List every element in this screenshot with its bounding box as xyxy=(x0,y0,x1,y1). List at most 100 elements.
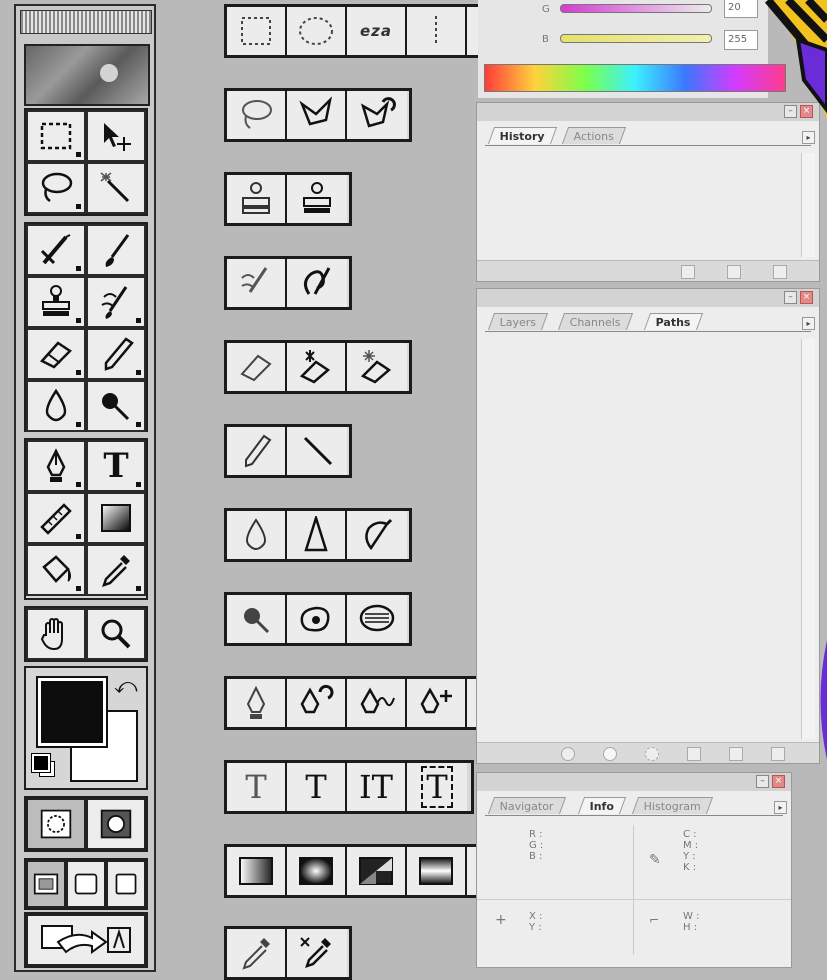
polygonal-lasso-option[interactable] xyxy=(287,91,347,139)
eraser-option[interactable] xyxy=(227,343,287,391)
make-work-path-icon[interactable] xyxy=(687,747,701,761)
clone-stamp-option[interactable] xyxy=(227,175,287,223)
pattern-stamp-option[interactable] xyxy=(287,175,347,223)
background-eraser-option[interactable] xyxy=(287,343,347,391)
zoom-tool[interactable] xyxy=(86,608,146,660)
trash-icon[interactable] xyxy=(773,265,787,279)
stroke-path-icon[interactable] xyxy=(603,747,617,761)
line-option[interactable] xyxy=(287,427,347,475)
elliptical-marquee-option[interactable] xyxy=(287,7,347,55)
standard-screen-mode-button[interactable] xyxy=(26,860,66,908)
tab-channels[interactable]: Channels xyxy=(557,313,633,330)
vertical-type-mask-option[interactable]: T xyxy=(407,763,467,811)
reflected-gradient-option[interactable] xyxy=(407,847,467,895)
dodge-option[interactable] xyxy=(227,595,287,643)
palette-grip[interactable] xyxy=(20,10,152,34)
load-selection-icon[interactable] xyxy=(645,747,659,761)
foreground-color-swatch[interactable] xyxy=(36,676,108,748)
default-colors-icon[interactable] xyxy=(31,753,51,773)
sponge-option[interactable] xyxy=(347,595,407,643)
tab-actions[interactable]: Actions xyxy=(561,127,627,144)
magnetic-pen-option[interactable] xyxy=(347,679,407,727)
history-scrollbar[interactable] xyxy=(801,153,815,257)
rectangular-marquee-option[interactable] xyxy=(227,7,287,55)
pencil-option[interactable] xyxy=(227,427,287,475)
brush-tool[interactable] xyxy=(86,224,146,276)
pencil-tool[interactable] xyxy=(86,328,146,380)
art-history-brush-option[interactable] xyxy=(287,259,347,307)
layers-panel-titlebar[interactable]: – × xyxy=(477,289,819,307)
eyedropper-tools-row xyxy=(224,926,352,980)
new-snapshot-icon[interactable] xyxy=(727,265,741,279)
horizontal-type-mask-option[interactable]: IT xyxy=(347,763,407,811)
panel-menu-icon[interactable]: ▸ xyxy=(774,801,787,814)
blur-option[interactable] xyxy=(227,511,287,559)
angle-gradient-option[interactable] xyxy=(347,847,407,895)
eyedropper-option[interactable] xyxy=(227,929,287,977)
tab-paths[interactable]: Paths xyxy=(643,313,703,330)
dodge-tool[interactable] xyxy=(86,380,146,432)
single-row-marquee-option[interactable]: eza xyxy=(347,7,407,55)
freeform-pen-icon xyxy=(300,684,334,714)
standard-mode-button[interactable] xyxy=(26,798,86,850)
magic-eraser-option[interactable] xyxy=(347,343,407,391)
history-brush-tool[interactable] xyxy=(86,276,146,328)
gradient-tool[interactable] xyxy=(86,492,146,544)
new-path-icon[interactable] xyxy=(729,747,743,761)
minimize-icon[interactable]: – xyxy=(784,291,797,304)
swap-colors-icon[interactable]: ⤺ xyxy=(114,674,138,699)
paint-bucket-tool[interactable] xyxy=(26,544,86,596)
move-tool[interactable] xyxy=(86,110,146,162)
pen-option[interactable] xyxy=(227,679,287,727)
trash-icon[interactable] xyxy=(771,747,785,761)
tab-info[interactable]: Info xyxy=(577,797,627,814)
sharpen-option[interactable] xyxy=(287,511,347,559)
quick-mask-mode-button[interactable] xyxy=(86,798,146,850)
add-anchor-point-option[interactable] xyxy=(407,679,467,727)
full-screen-menu-mode-button[interactable] xyxy=(66,860,106,908)
b-channel-slider[interactable] xyxy=(560,34,712,43)
freeform-pen-option[interactable] xyxy=(287,679,347,727)
clone-stamp-tool[interactable] xyxy=(26,276,86,328)
type-tool[interactable]: T xyxy=(86,440,146,492)
tab-layers[interactable]: Layers xyxy=(487,313,549,330)
blur-tool[interactable] xyxy=(26,380,86,432)
application-logo[interactable] xyxy=(24,44,150,106)
g-channel-slider[interactable] xyxy=(560,4,712,13)
lasso-tool[interactable] xyxy=(26,162,86,214)
history-brush-option[interactable] xyxy=(227,259,287,307)
full-screen-mode-button[interactable] xyxy=(106,860,146,908)
eraser-option-icon xyxy=(240,354,272,382)
eyedropper-tool[interactable] xyxy=(86,544,146,596)
info-panel-titlebar[interactable]: – × xyxy=(477,773,791,791)
background-artwork xyxy=(764,0,827,120)
single-column-marquee-option[interactable] xyxy=(407,7,467,55)
linear-gradient-option[interactable] xyxy=(227,847,287,895)
smudge-option[interactable] xyxy=(347,511,407,559)
fill-path-icon[interactable] xyxy=(561,747,575,761)
paths-scrollbar[interactable] xyxy=(801,339,815,739)
panel-menu-icon[interactable]: ▸ xyxy=(802,317,815,330)
eraser-tool[interactable] xyxy=(26,328,86,380)
minimize-icon[interactable]: – xyxy=(756,775,769,788)
magic-wand-tool[interactable] xyxy=(86,162,146,214)
burn-option[interactable] xyxy=(287,595,347,643)
rectangular-marquee-tool[interactable] xyxy=(26,110,86,162)
lasso-option[interactable] xyxy=(227,91,287,139)
horizontal-type-option[interactable]: T xyxy=(227,763,287,811)
hand-tool[interactable] xyxy=(26,608,86,660)
new-document-icon[interactable] xyxy=(681,265,695,279)
pen-tool[interactable] xyxy=(26,440,86,492)
close-icon[interactable]: × xyxy=(800,291,813,304)
healing-brush-tool[interactable] xyxy=(26,224,86,276)
tab-navigator[interactable]: Navigator xyxy=(487,797,566,814)
tab-histogram[interactable]: Histogram xyxy=(631,797,714,814)
color-sampler-option[interactable] xyxy=(287,929,347,977)
measure-tool[interactable] xyxy=(26,492,86,544)
tab-history[interactable]: History xyxy=(487,127,558,144)
magnetic-lasso-option[interactable] xyxy=(347,91,407,139)
close-icon[interactable]: × xyxy=(772,775,785,788)
jump-to-imageready-button[interactable] xyxy=(26,914,146,966)
vertical-type-option[interactable]: T xyxy=(287,763,347,811)
radial-gradient-option[interactable] xyxy=(287,847,347,895)
